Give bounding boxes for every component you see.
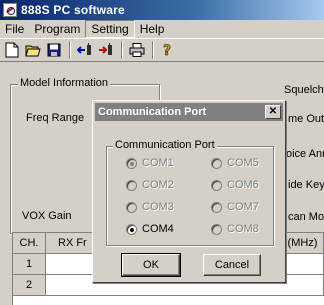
model-info-legend: Model Information	[18, 77, 111, 89]
radio-dot	[130, 227, 134, 232]
svg-text:?: ?	[163, 43, 171, 58]
window-title: 888S PC software	[21, 3, 125, 17]
radio-label: COM7	[227, 201, 259, 213]
radio-com2[interactable]: COM2	[126, 179, 174, 191]
scan-mode-label: can Mod	[288, 211, 324, 223]
radio-label: COM6	[227, 179, 259, 191]
radio-button	[126, 157, 137, 169]
menu-program[interactable]: Program	[29, 20, 85, 38]
print-icon[interactable]	[127, 40, 147, 60]
ok-button[interactable]: OK	[121, 253, 181, 277]
new-file-icon[interactable]	[2, 40, 22, 60]
radio-button	[126, 223, 137, 235]
radio-com5[interactable]: COM5	[211, 157, 259, 169]
toolbar-separator	[121, 41, 123, 59]
time-out-label: me Out	[288, 113, 324, 125]
communication-port-dialog: Communication Port ✕ Communication Port …	[92, 100, 286, 283]
row-number: 1	[12, 254, 46, 275]
radio-button	[211, 223, 222, 235]
menu-help[interactable]: Help	[135, 20, 170, 38]
radio-label: COM1	[142, 157, 174, 169]
freq-range-label: Freq Range	[26, 112, 85, 124]
radio-dot	[130, 161, 134, 166]
radio-label: COM5	[227, 157, 259, 169]
radio-com3[interactable]: COM3	[126, 201, 174, 213]
radio-com8[interactable]: COM8	[211, 223, 259, 235]
radio-button	[211, 179, 222, 191]
radio-button	[126, 201, 137, 213]
radio-label: COM3	[142, 201, 174, 213]
radio-button	[211, 201, 222, 213]
open-folder-icon[interactable]	[23, 40, 43, 60]
radio-button	[211, 157, 222, 169]
help-icon[interactable]: ?	[158, 40, 178, 60]
col-header-mhz[interactable]: (MHz)	[282, 232, 324, 254]
read-from-radio-icon[interactable]	[75, 40, 95, 60]
app-icon	[3, 3, 17, 17]
radio-label: COM8	[227, 223, 259, 235]
toolbar-separator	[69, 41, 71, 59]
dialog-title: Communication Port	[98, 106, 207, 118]
menu-setting[interactable]: Setting	[85, 20, 135, 38]
vox-gain-label: VOX Gain	[22, 210, 72, 222]
squelch-label: Squelch L	[284, 84, 324, 96]
radio-label: COM2	[142, 179, 174, 191]
menu-file[interactable]: File	[0, 20, 29, 38]
radio-com6[interactable]: COM6	[211, 179, 259, 191]
col-header-ch[interactable]: CH.	[12, 232, 46, 254]
toolbar-separator	[152, 41, 154, 59]
radio-com7[interactable]: COM7	[211, 201, 259, 213]
dialog-title-bar[interactable]: Communication Port ✕	[95, 103, 283, 121]
port-group-legend: Communication Port	[113, 139, 217, 151]
menu-bar: File Program Setting Help	[0, 20, 324, 38]
write-to-radio-icon[interactable]	[96, 40, 116, 60]
close-icon[interactable]: ✕	[265, 105, 281, 119]
toolbar: ?	[0, 38, 324, 62]
row-number: 2	[12, 275, 46, 296]
side-key-label: ide Key	[288, 179, 324, 191]
radio-com1[interactable]: COM1	[126, 157, 174, 169]
radio-button	[126, 179, 137, 191]
save-icon[interactable]	[44, 40, 64, 60]
radio-label: COM4	[142, 223, 174, 235]
radio-com4[interactable]: COM4	[126, 223, 174, 235]
title-bar[interactable]: 888S PC software	[0, 0, 324, 20]
cancel-button[interactable]: Cancel	[203, 254, 261, 276]
voice-label: oice Ann	[286, 148, 324, 160]
